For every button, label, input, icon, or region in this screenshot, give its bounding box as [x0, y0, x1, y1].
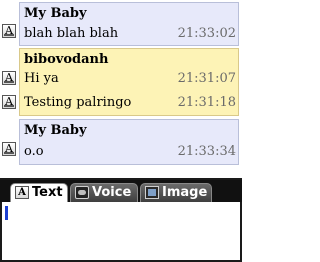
message-group: bibovodanh Hi ya 21:31:07 Testing palrin… — [19, 48, 239, 116]
message-timestamp: 21:33:34 — [177, 144, 236, 159]
sender-name: My Baby — [24, 123, 87, 138]
tab-voice[interactable]: Voice — [70, 183, 138, 202]
text-a-icon: A — [15, 186, 29, 199]
voice-icon — [75, 186, 89, 199]
sender-name: My Baby — [24, 6, 87, 21]
text-message-icon[interactable]: A — [2, 71, 16, 85]
tab-image[interactable]: Image — [140, 183, 212, 202]
message-timestamp: 21:31:18 — [177, 95, 236, 110]
message-text: blah blah blah — [24, 26, 119, 41]
message-text: Testing palringo — [24, 95, 132, 110]
message-input[interactable] — [0, 202, 242, 262]
tab-label: Text — [32, 185, 63, 200]
tab-label: Voice — [92, 185, 132, 200]
chat-history[interactable]: My Baby blah blah blah 21:33:02 A bibovo… — [0, 0, 242, 180]
message-timestamp: 21:33:02 — [177, 26, 236, 41]
text-caret — [5, 206, 8, 220]
tab-text[interactable]: A Text — [10, 183, 68, 203]
tab-label: Image — [162, 185, 208, 200]
text-message-icon[interactable]: A — [2, 142, 16, 156]
input-mode-tabs: A Text Voice Image — [0, 180, 242, 203]
message-text: o.o — [24, 144, 44, 159]
message-text: Hi ya — [24, 71, 59, 86]
message-group: My Baby blah blah blah 21:33:02 — [19, 2, 239, 46]
sender-name: bibovodanh — [24, 52, 109, 67]
message-group: My Baby o.o 21:33:34 — [19, 119, 239, 165]
text-message-icon[interactable]: A — [2, 95, 16, 109]
message-timestamp: 21:31:07 — [177, 71, 236, 86]
text-message-icon[interactable]: A — [2, 24, 16, 38]
image-icon — [145, 186, 159, 199]
